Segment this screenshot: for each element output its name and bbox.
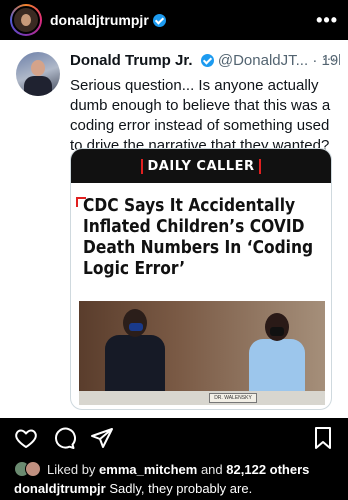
tweet-handle: @DonaldJT... (217, 52, 309, 69)
photo-nameplate: DR. WALENSKY (209, 393, 257, 403)
tweet-verified-icon (200, 54, 214, 67)
post-actions (0, 418, 348, 458)
more-options-icon[interactable]: ••• (316, 10, 338, 31)
share-icon[interactable] (90, 426, 114, 450)
heart-icon[interactable] (14, 426, 38, 450)
liker-avatar (25, 461, 41, 477)
tweet-more-icon: ··· (322, 50, 336, 66)
likes-count[interactable]: 82,122 others (226, 462, 309, 477)
tweet-author-name: Donald Trump Jr. (70, 52, 193, 69)
comment-icon[interactable] (52, 426, 76, 450)
profile-avatar[interactable] (10, 4, 42, 36)
tweet-header: Donald Trump Jr. @DonaldJT... · 19h (70, 52, 340, 69)
caption-text: Sadly, they probably are. (109, 481, 253, 496)
article-headline-block: CDC Says It Accidentally Inflated Childr… (71, 183, 331, 301)
tweet-text: Serious question... Is anyone actually d… (70, 77, 331, 154)
article-headline: CDC Says It Accidentally Inflated Childr… (83, 195, 314, 279)
tweet-avatar (16, 52, 60, 96)
liker-username[interactable]: emma_mitchem (99, 462, 197, 477)
post-header: donaldjtrumpjr ••• (0, 0, 348, 40)
daily-caller-logo: DAILY CALLER (140, 158, 262, 174)
post-caption: donaldjtrumpjr Sadly, they probably are. (14, 481, 252, 496)
source-banner: DAILY CALLER (71, 149, 331, 183)
likes-summary[interactable]: Liked by emma_mitchem and 82,122 others (14, 458, 309, 480)
bookmark-icon[interactable] (312, 426, 334, 450)
likes-conjunction: and (200, 461, 223, 477)
tweet-image: Donald Trump Jr. @DonaldJT... · 19h ··· … (0, 40, 348, 418)
article-card: DAILY CALLER CDC Says It Accidentally In… (70, 148, 332, 410)
article-photo: DR. WALENSKY (79, 301, 325, 405)
post-username[interactable]: donaldjtrumpjr (50, 12, 166, 28)
verified-badge-icon (152, 14, 166, 27)
caption-username[interactable]: donaldjtrumpjr (14, 481, 106, 496)
likes-prefix: Liked by (47, 461, 96, 477)
photo-table (79, 391, 325, 405)
